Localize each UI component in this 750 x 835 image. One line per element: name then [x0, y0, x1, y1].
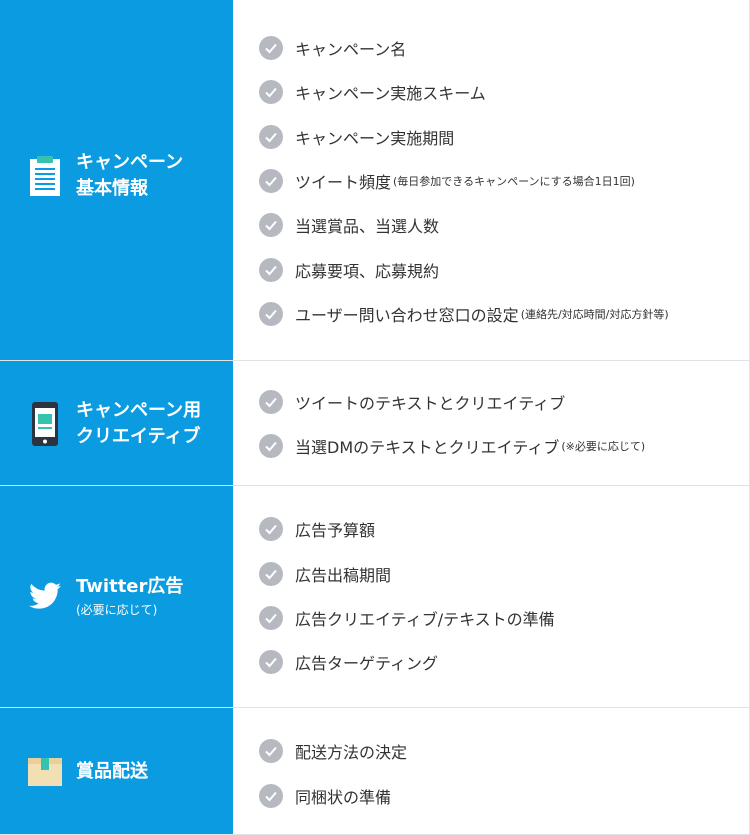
list-item: ユーザー問い合わせ窓口の設定 (連絡先/対応時間/対応方針等) — [259, 301, 669, 327]
list-item: 当選DMのテキストとクリエイティブ (※必要に応じて) — [259, 433, 645, 459]
check-icon — [259, 606, 283, 630]
section-title-line2: 基本情報 — [76, 178, 148, 199]
check-icon — [259, 784, 283, 808]
section-header-panel: キャンペーン用 クリエイティブ — [0, 361, 233, 485]
section-header-panel: 賞品配送 — [0, 708, 233, 834]
item-label: 広告ターゲティング — [295, 654, 439, 673]
item-label: 配送方法の決定 — [295, 743, 408, 762]
section-title-line1: キャンペーン — [76, 152, 184, 173]
item-label: 当選DMのテキストとクリエイティブ — [295, 438, 560, 457]
list-item: 広告出稿期間 — [259, 561, 391, 587]
check-icon — [259, 434, 283, 458]
check-icon — [259, 125, 283, 149]
item-label: ユーザー問い合わせ窓口の設定 — [295, 306, 519, 325]
section-title-line1: Twitter広告 — [76, 576, 184, 597]
item-label: 広告予算額 — [295, 521, 376, 540]
item-label: 当選賞品、当選人数 — [295, 217, 440, 236]
check-icon — [259, 80, 283, 104]
check-icon — [259, 258, 283, 282]
section-items: キャンペーン名 キャンペーン実施スキーム キャンペーン実施期間 ツイート頻度 (… — [233, 0, 750, 360]
check-icon — [259, 739, 283, 763]
section-header-panel: キャンペーン 基本情報 — [0, 0, 233, 360]
campaign-checklist: キャンペーン 基本情報 キャンペーン名 キャンペーン実施スキーム キャンペーン実… — [0, 0, 750, 835]
smartphone-icon — [28, 402, 62, 446]
list-item: キャンペーン名 — [259, 35, 406, 61]
section-items: 配送方法の決定 同梱状の準備 — [233, 708, 750, 834]
item-label: 広告出稿期間 — [295, 566, 392, 585]
section-title-line2: クリエイティブ — [76, 426, 201, 447]
section-title-line1: キャンペーン用 — [76, 400, 202, 421]
item-label: ツイートのテキストとクリエイティブ — [295, 394, 566, 413]
list-item: 配送方法の決定 — [259, 738, 407, 764]
section-header-panel: Twitter広告 (必要に応じて) — [0, 486, 233, 707]
item-label: キャンペーン実施スキーム — [295, 84, 486, 103]
list-item: 広告クリエイティブ/テキストの準備 — [259, 605, 555, 631]
item-note: (※必要に応じて) — [561, 440, 646, 453]
item-label: 同梱状の準備 — [295, 788, 392, 807]
list-item: ツイート頻度 (毎日参加できるキャンペーンにする場合1日1回) — [259, 168, 635, 194]
package-box-icon — [28, 758, 62, 786]
item-note: (連絡先/対応時間/対応方針等) — [520, 308, 669, 321]
item-label: キャンペーン実施期間 — [295, 129, 455, 148]
check-icon — [259, 517, 283, 541]
section-twitter-ads: Twitter広告 (必要に応じて) 広告予算額 広告出稿期間 広告クリエイティ… — [0, 486, 750, 708]
document-icon — [28, 156, 62, 196]
list-item: 同梱状の準備 — [259, 783, 391, 809]
list-item: ツイートのテキストとクリエイティブ — [259, 389, 565, 415]
list-item: キャンペーン実施期間 — [259, 124, 454, 150]
section-campaign-basics: キャンペーン 基本情報 キャンペーン名 キャンペーン実施スキーム キャンペーン実… — [0, 0, 750, 361]
section-items: ツイートのテキストとクリエイティブ 当選DMのテキストとクリエイティブ (※必要… — [233, 361, 750, 485]
list-item: 当選賞品、当選人数 — [259, 212, 439, 238]
section-prize-delivery: 賞品配送 配送方法の決定 同梱状の準備 — [0, 708, 750, 835]
item-label: ツイート頻度 — [295, 173, 392, 192]
list-item: キャンペーン実施スキーム — [259, 79, 486, 105]
list-item: 広告ターゲティング — [259, 649, 438, 675]
twitter-bird-icon — [28, 582, 62, 610]
list-item: 広告予算額 — [259, 516, 375, 542]
check-icon — [259, 302, 283, 326]
section-title-line1: 賞品配送 — [76, 761, 148, 782]
check-icon — [259, 36, 283, 60]
item-label: 広告クリエイティブ/テキストの準備 — [295, 610, 555, 629]
check-icon — [259, 650, 283, 674]
section-items: 広告予算額 広告出稿期間 広告クリエイティブ/テキストの準備 広告ターゲティング — [233, 486, 750, 707]
item-label: 応募要項、応募規約 — [295, 262, 440, 281]
item-label: キャンペーン名 — [295, 40, 407, 59]
check-icon — [259, 562, 283, 586]
item-note: (毎日参加できるキャンペーンにする場合1日1回) — [393, 175, 635, 188]
check-icon — [259, 213, 283, 237]
section-subtitle: (必要に応じて) — [76, 603, 158, 617]
section-campaign-creative: キャンペーン用 クリエイティブ ツイートのテキストとクリエイティブ 当選DMのテ… — [0, 361, 750, 486]
list-item: 応募要項、応募規約 — [259, 257, 439, 283]
check-icon — [259, 169, 283, 193]
check-icon — [259, 390, 283, 414]
